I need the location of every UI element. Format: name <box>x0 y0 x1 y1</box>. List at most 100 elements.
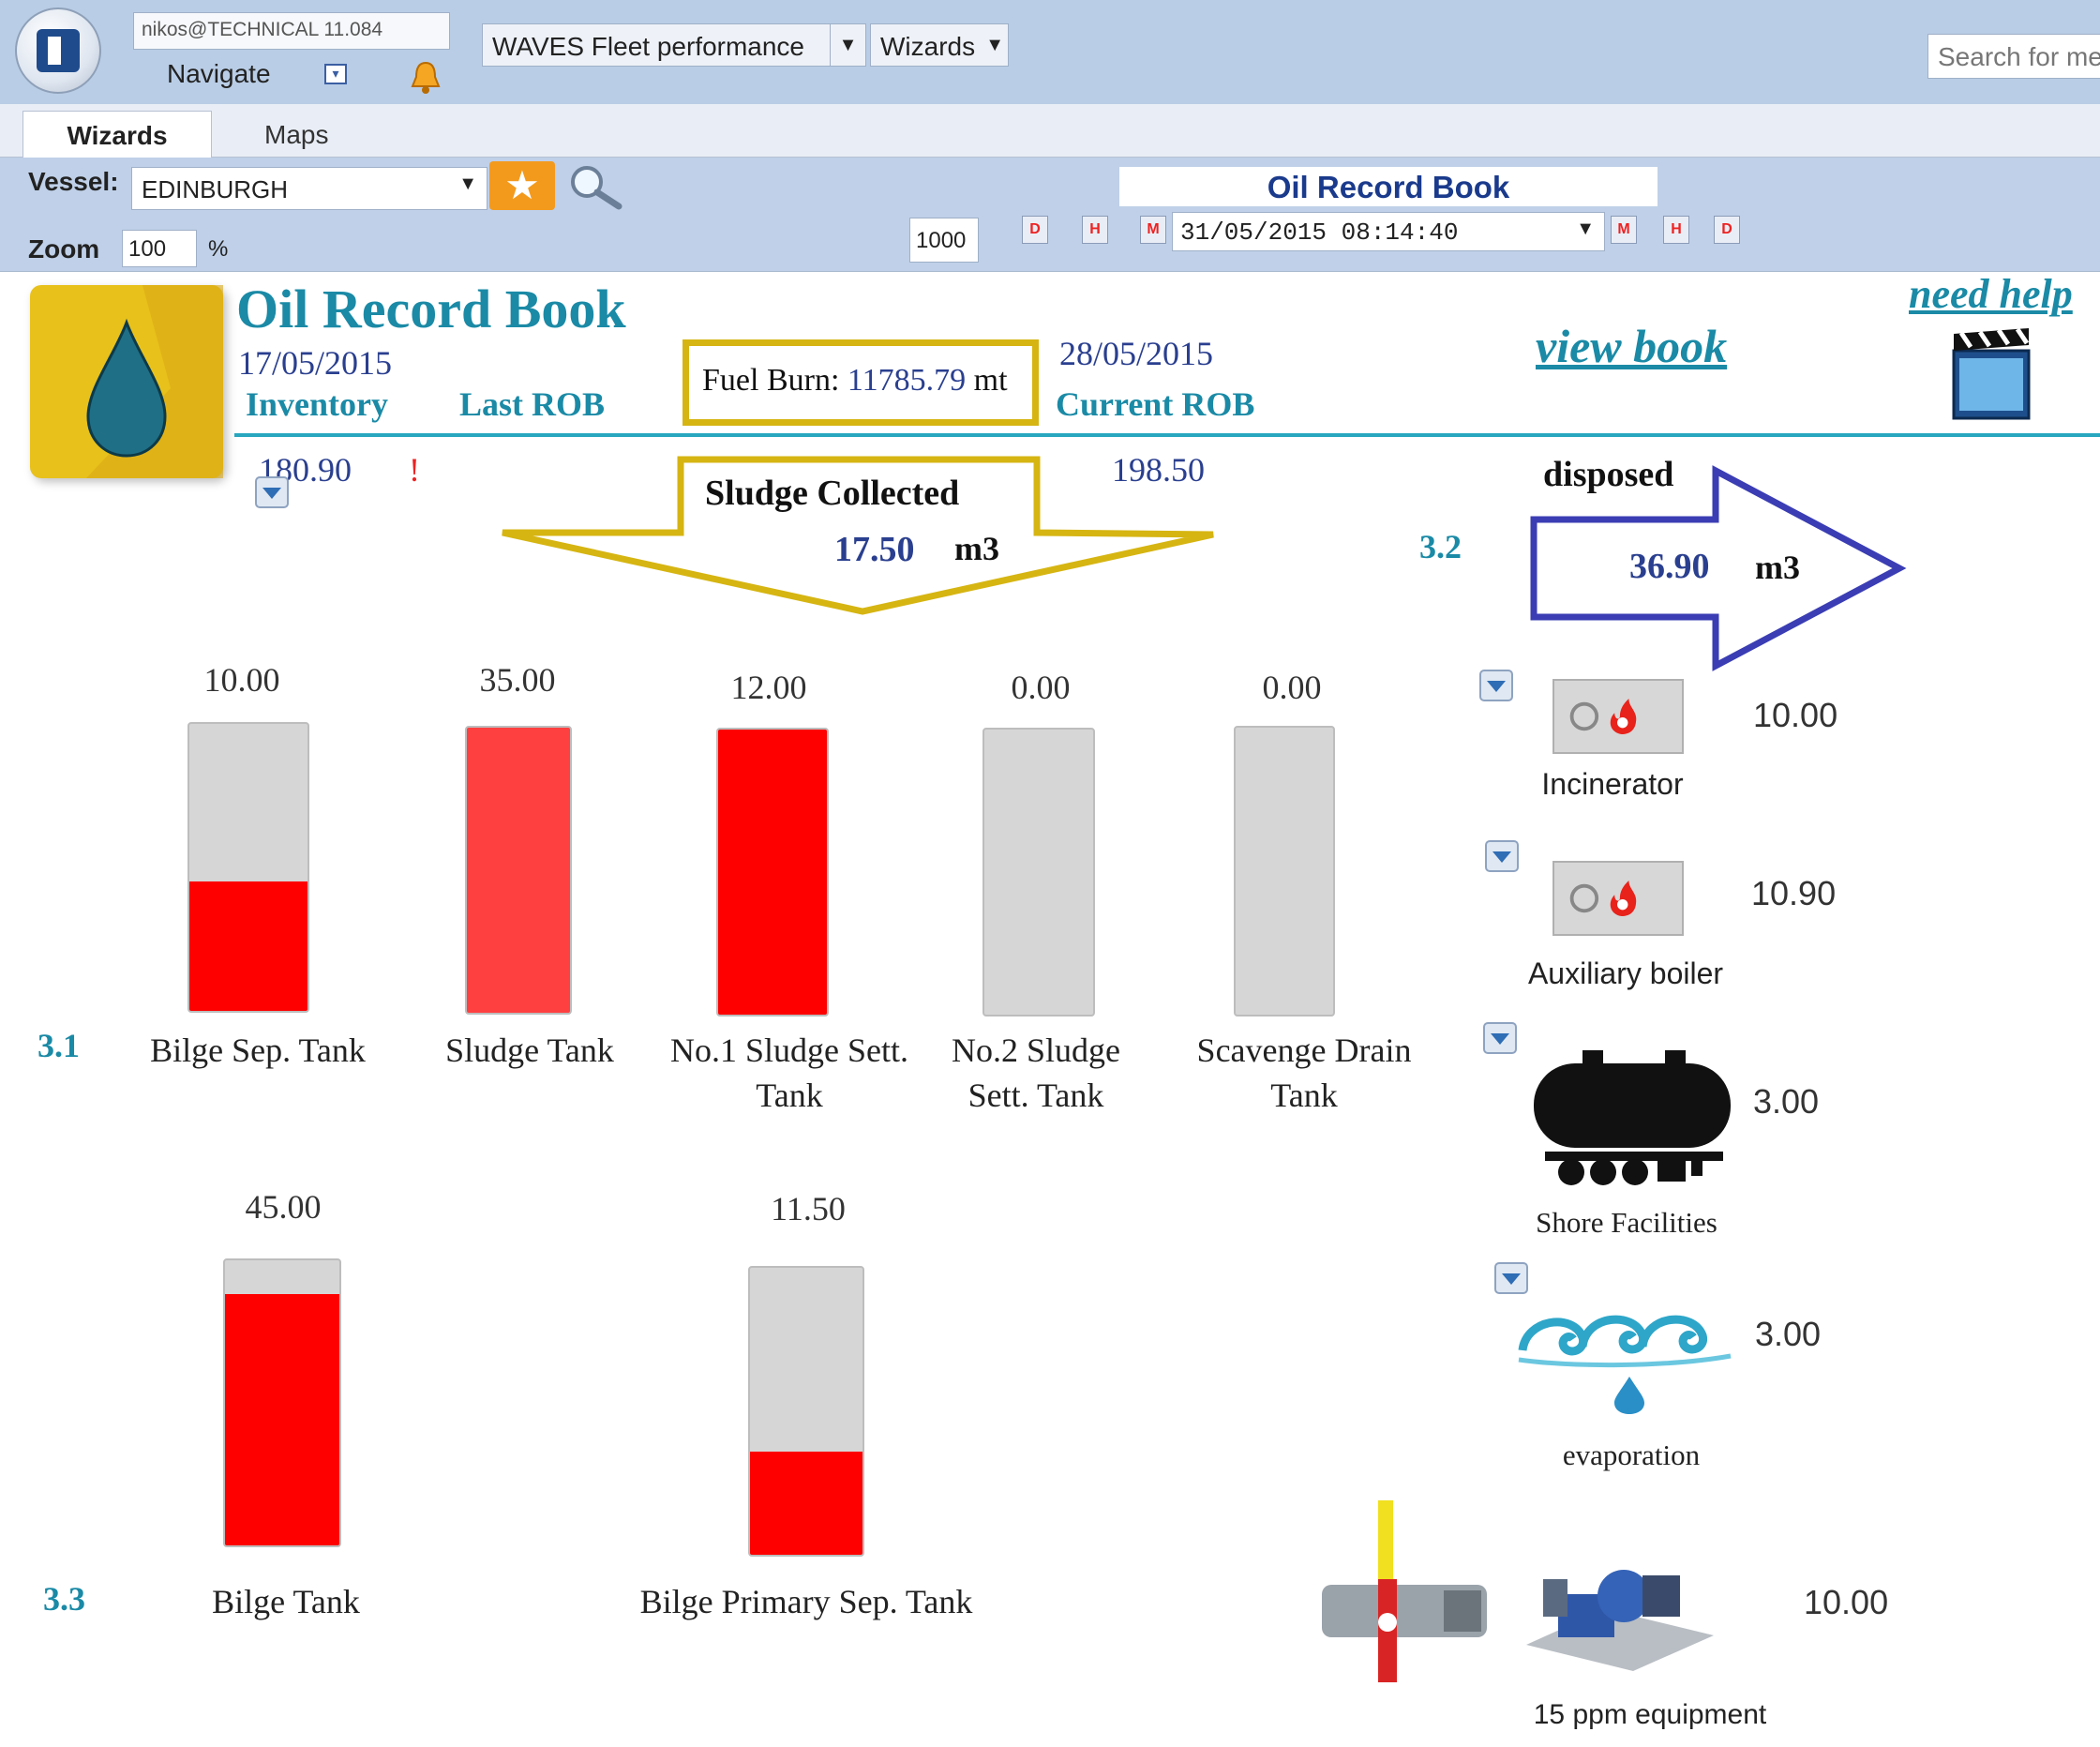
tank-value: 12.00 <box>730 669 807 706</box>
pump-valve-icon[interactable] <box>1312 1500 1496 1684</box>
chevron-down-icon: ▼ <box>458 173 477 194</box>
expand-dropdown-icon[interactable] <box>1494 1262 1528 1294</box>
navigate-dropdown-icon[interactable]: ▾ <box>324 64 347 84</box>
current-date: 28/05/2015 <box>1059 335 1214 372</box>
fuel-burn-label: Fuel Burn: <box>702 363 840 398</box>
section-number: 3.1 <box>38 1027 80 1064</box>
step-back-hour-button[interactable]: H <box>1082 216 1108 244</box>
magnifier-icon[interactable] <box>561 161 626 210</box>
sludge-collected-label: Sludge Collected <box>705 474 960 513</box>
header-divider <box>234 433 2100 437</box>
vessel-select-value: EDINBURGH <box>142 175 289 203</box>
zoom-unit: % <box>208 236 229 262</box>
tank-name: Bilge Sep. Tank <box>150 1032 366 1069</box>
disposal-name: evaporation <box>1562 1438 1701 1471</box>
tank-value: 35.00 <box>479 661 556 699</box>
wizards-menu-label: Wizards <box>880 32 976 61</box>
vessel-label: Vessel: <box>28 167 119 196</box>
section-number: 3.3 <box>43 1580 85 1618</box>
view-book-link[interactable]: view book <box>1536 319 1727 373</box>
chevron-down-icon: ▼ <box>985 35 1004 55</box>
current-rob-label: Current ROB <box>1056 385 1255 423</box>
fuel-burn-unit: mt <box>973 363 1008 398</box>
disposed-unit: m3 <box>1755 549 1800 586</box>
tank-fill <box>750 1451 862 1555</box>
disposed-arrow <box>1530 465 1907 671</box>
tank-fill <box>189 881 308 1011</box>
chevron-down-icon: ▼ <box>1576 218 1595 239</box>
disposal-value: 10.00 <box>1804 1583 1889 1621</box>
tank-name: Sludge Tank <box>445 1032 614 1069</box>
step-back-day-button[interactable]: D <box>1022 216 1048 244</box>
tank-name: Bilge Primary Sep. Tank <box>639 1583 973 1620</box>
module-select-value: WAVES Fleet performance <box>492 32 805 61</box>
tab-maps[interactable]: Maps <box>246 111 347 158</box>
tank-level-bar[interactable] <box>465 726 572 1015</box>
oil-drop-icon <box>30 285 223 478</box>
tank-level-bar[interactable] <box>982 728 1095 1017</box>
tank-value: 0.00 <box>1262 669 1322 706</box>
search-input[interactable]: Search for me <box>1928 34 2100 79</box>
tank-name: Bilge Tank <box>212 1583 360 1620</box>
evaporation-icon[interactable] <box>1517 1300 1734 1416</box>
tank-name: Scavenge Drain Tank <box>1196 1032 1412 1114</box>
expand-dropdown-icon[interactable] <box>1479 670 1513 701</box>
module-select[interactable]: WAVES Fleet performance ▼ <box>482 23 866 67</box>
favorite-star-icon[interactable]: ★ <box>489 161 555 210</box>
wizards-menu[interactable]: Wizards ▼ <box>870 23 1009 67</box>
zoom-label: Zoom <box>28 234 100 264</box>
disposal-value: 10.00 <box>1753 696 1838 734</box>
sludge-collected-unit: m3 <box>954 530 999 567</box>
video-clapper-icon[interactable] <box>1948 324 2034 422</box>
tank-fill <box>467 728 570 1013</box>
step-forward-minute-button[interactable]: M <box>1611 216 1637 244</box>
disposal-name: 15 ppm equipment <box>1533 1699 1767 1730</box>
section-number: 3.2 <box>1419 528 1462 565</box>
tank-level-bar[interactable] <box>748 1266 864 1557</box>
tank-level-bar[interactable] <box>716 728 829 1017</box>
expand-dropdown-icon[interactable] <box>255 476 289 508</box>
interval-input[interactable]: 1000 <box>909 218 979 263</box>
expand-dropdown-icon[interactable] <box>1483 1022 1517 1054</box>
step-forward-hour-button[interactable]: H <box>1663 216 1689 244</box>
tank-fill <box>225 1294 339 1545</box>
disposed-value: 36.90 <box>1629 547 1710 586</box>
page-title: Oil Record Book <box>236 279 626 339</box>
tank-level-bar[interactable] <box>1234 726 1335 1017</box>
tank-value: 10.00 <box>203 661 280 699</box>
datetime-select[interactable]: 31/05/2015 08:14:40 ▼ <box>1172 212 1605 251</box>
tank-level-bar[interactable] <box>223 1258 341 1547</box>
chevron-down-icon: ▼ <box>830 24 865 66</box>
bell-icon[interactable] <box>409 60 442 96</box>
incinerator-icon[interactable] <box>1552 679 1684 754</box>
user-field: nikos@TECHNICAL 11.084 <box>133 12 450 50</box>
sludge-collected-value: 17.50 <box>834 530 915 569</box>
app-logo-button[interactable] <box>15 8 101 94</box>
tank-value: 11.50 <box>771 1190 846 1227</box>
disposal-value: 3.00 <box>1753 1082 1820 1121</box>
step-forward-day-button[interactable]: D <box>1714 216 1740 244</box>
need-help-link[interactable]: need help <box>1909 270 2073 318</box>
navigate-label[interactable]: Navigate <box>167 59 271 89</box>
disposal-value: 3.00 <box>1755 1315 1822 1353</box>
zoom-input[interactable]: 100 <box>122 230 197 267</box>
separator-equipment-icon[interactable] <box>1521 1542 1718 1673</box>
warning-flag: ! <box>409 451 420 489</box>
tank-value: 0.00 <box>1011 669 1071 706</box>
inventory-label: Inventory <box>246 385 388 423</box>
fuel-burn-box: Fuel Burn: 11785.79 mt <box>682 339 1039 426</box>
book-title: Oil Record Book <box>1119 167 1658 206</box>
tank-value: 45.00 <box>245 1188 322 1226</box>
boiler-icon[interactable] <box>1552 861 1684 936</box>
last-rob-label: Last ROB <box>459 385 606 423</box>
disposal-value: 10.90 <box>1751 874 1837 912</box>
tank-level-bar[interactable] <box>188 722 309 1013</box>
disposed-label: disposed <box>1543 455 1674 494</box>
expand-dropdown-icon[interactable] <box>1485 840 1519 872</box>
tank-name: No.2 Sludge Sett. Tank <box>952 1032 1120 1114</box>
tank-truck-icon[interactable] <box>1526 1047 1732 1187</box>
tab-wizards[interactable]: Wizards <box>22 111 212 158</box>
step-back-minute-button[interactable]: M <box>1140 216 1166 244</box>
vessel-select[interactable]: EDINBURGH ▼ <box>131 167 488 210</box>
disposal-name: Incinerator <box>1541 767 1684 801</box>
